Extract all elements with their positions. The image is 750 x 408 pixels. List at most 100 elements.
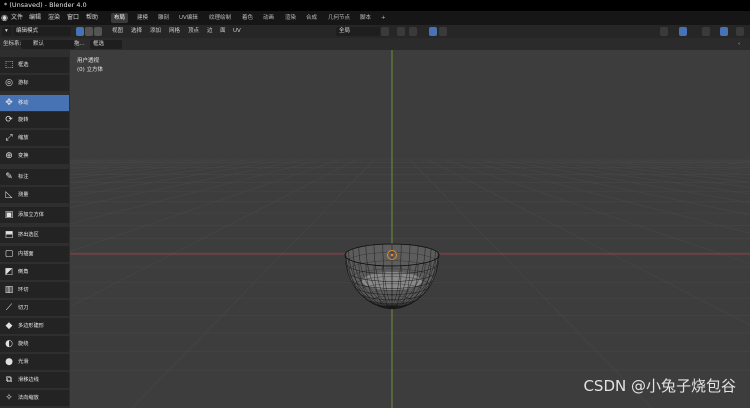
- tool-label: 切刀: [18, 305, 29, 311]
- inset-faces-icon: ▢: [4, 249, 14, 259]
- cursor-icon: ◎: [5, 78, 13, 88]
- tool-scale[interactable]: ⤢ 缩放: [0, 130, 69, 146]
- tool-smooth[interactable]: ● 光滑: [0, 354, 69, 370]
- gizmo-icon[interactable]: [679, 27, 687, 36]
- snap-icon[interactable]: [397, 27, 405, 36]
- menu-help[interactable]: 帮助: [86, 11, 98, 25]
- tab-animation[interactable]: 动画: [260, 13, 277, 23]
- tool-label: 变换: [18, 153, 29, 159]
- tool-label: 移动: [18, 100, 29, 106]
- tool-label: 光滑: [18, 359, 29, 365]
- annotate-icon: ✎: [5, 172, 13, 182]
- watermark: CSDN @小兔子烧包谷: [583, 377, 736, 395]
- vertex-select-icon[interactable]: [76, 27, 84, 36]
- tool-label: 旋绕: [18, 341, 29, 347]
- menu-view[interactable]: 视图: [112, 25, 123, 38]
- tool-add-cube[interactable]: ▣ 添加立方体: [0, 207, 69, 223]
- tool-poly-build[interactable]: ◆ 多边形建形: [0, 318, 69, 334]
- 3d-viewport[interactable]: 用户透视 (0) 立方体: [70, 50, 750, 408]
- add-workspace-button[interactable]: +: [378, 13, 389, 23]
- menu-face[interactable]: 面: [220, 25, 226, 38]
- tool-settings-collapse-icon[interactable]: ‹: [738, 38, 740, 50]
- menu-mesh[interactable]: 网格: [169, 25, 180, 38]
- spin-icon: ◐: [5, 339, 13, 349]
- tool-cursor[interactable]: ◎ 游标: [0, 75, 69, 91]
- knife-icon: ⟋: [5, 303, 13, 313]
- face-select-icon[interactable]: [94, 27, 102, 36]
- tab-compositing[interactable]: 合成: [303, 13, 320, 23]
- viewport-canvas[interactable]: [70, 50, 750, 408]
- edge-slide-icon: ⧉: [5, 375, 13, 385]
- select-box-icon: ⬚: [4, 60, 14, 70]
- tool-rotate[interactable]: ⟳ 旋转: [0, 112, 69, 128]
- tab-texture-paint[interactable]: 纹理绘制: [206, 13, 234, 23]
- visibility-icon[interactable]: [660, 27, 668, 36]
- top-menu-bar: ◉ 文件 编辑 渲染 窗口 帮助 布局 建模 雕刻 UV编辑 纹理绘制 着色 动…: [0, 11, 750, 25]
- edge-select-icon[interactable]: [85, 27, 93, 36]
- menu-file[interactable]: 文件: [11, 11, 23, 25]
- overlay-icon[interactable]: [702, 27, 710, 36]
- tool-edge-slide[interactable]: ⧉ 滑移边线: [0, 372, 69, 388]
- tool-knife[interactable]: ⟋ 切刀: [0, 300, 69, 316]
- tool-label: 添加立方体: [18, 212, 44, 218]
- title-bar: * (Unsaved) - Blender 4.0: [0, 0, 750, 11]
- menu-select[interactable]: 选择: [131, 25, 142, 38]
- falloff-icon[interactable]: [439, 27, 447, 36]
- tab-sculpting[interactable]: 雕刻: [155, 13, 172, 23]
- viewport-header: ▾ 编辑模式 视图 选择 添加 网格 顶点 边 面 UV 全局: [0, 25, 750, 38]
- mode-label: 编辑模式: [16, 28, 39, 34]
- xray-icon[interactable]: [720, 27, 728, 36]
- tool-select-box[interactable]: ⬚ 框选: [0, 57, 69, 73]
- tool-extrude[interactable]: ⬒ 挤出选区: [0, 227, 69, 243]
- editor-type-icon[interactable]: ▾: [2, 27, 12, 36]
- tool-transform[interactable]: ⊕ 变换: [0, 148, 69, 164]
- shading-solid-icon[interactable]: [736, 27, 744, 36]
- tool-spin[interactable]: ◐ 旋绕: [0, 336, 69, 352]
- tool-inset-faces[interactable]: ▢ 内插面: [0, 246, 69, 262]
- tab-modeling[interactable]: 建模: [134, 13, 151, 23]
- blender-logo-icon[interactable]: ◉: [1, 13, 10, 22]
- scale-icon: ⤢: [5, 133, 13, 143]
- tool-measure[interactable]: ◺ 测量: [0, 187, 69, 203]
- tool-move[interactable]: ✥ 移动: [0, 95, 69, 111]
- tool-label: 环切: [18, 287, 29, 293]
- tool-label: 缩放: [18, 135, 29, 141]
- hemisphere-mesh[interactable]: [344, 243, 440, 310]
- tool-label: 测量: [18, 192, 29, 198]
- tool-bevel[interactable]: ◩ 倒角: [0, 264, 69, 280]
- coord-system-dropdown[interactable]: 默认: [21, 40, 75, 49]
- transform-orientation-dropdown[interactable]: 全局: [336, 27, 380, 36]
- menu-vertex[interactable]: 顶点: [188, 25, 199, 38]
- menu-uv[interactable]: UV: [233, 25, 241, 38]
- tab-uv-editing[interactable]: UV编辑: [176, 13, 201, 23]
- mode-dropdown[interactable]: 编辑模式: [13, 27, 71, 36]
- tab-scripting[interactable]: 脚本: [357, 13, 374, 23]
- tab-rendering[interactable]: 渲染: [282, 13, 299, 23]
- tool-annotate[interactable]: ✎ 标注: [0, 169, 69, 185]
- tab-layout[interactable]: 布局: [111, 13, 129, 23]
- menu-window[interactable]: 窗口: [67, 11, 79, 25]
- tool-label: 内插面: [18, 251, 34, 257]
- transform-orientation-label: 全局: [339, 28, 351, 34]
- proportional-edit-icon[interactable]: [429, 27, 437, 36]
- tool-loop-cut[interactable]: ▥ 环切: [0, 282, 69, 298]
- rotate-icon: ⟳: [5, 115, 13, 125]
- tool-shrink-fatten[interactable]: ✧ 法向缩放: [0, 390, 69, 406]
- tab-shading[interactable]: 着色: [239, 13, 256, 23]
- tool-shelf: ⬚ 框选 ◎ 游标 ✥ 移动 ⟳ 旋转 ⤢ 缩放 ⊕ 变换 ✎ 标注 ◺ 测量 ▣ 添加立方体 ⬒ 挤出选区 ▢ 内插面 ◩…: [0, 50, 70, 408]
- tool-label: 倒角: [18, 269, 29, 275]
- smooth-icon: ●: [5, 357, 13, 367]
- add-cube-icon: ▣: [4, 210, 14, 220]
- bevel-icon: ◩: [4, 267, 14, 277]
- pivot-point-icon[interactable]: [381, 27, 389, 36]
- tool-label: 旋转: [18, 117, 29, 123]
- menu-add[interactable]: 添加: [150, 25, 161, 38]
- tab-geometry-nodes[interactable]: 几何节点: [325, 13, 353, 23]
- extrude-icon: ⬒: [4, 230, 14, 240]
- snap-target-icon[interactable]: [409, 27, 417, 36]
- menu-render[interactable]: 渲染: [48, 11, 60, 25]
- origin-dot: [390, 253, 394, 257]
- menu-edit[interactable]: 编辑: [29, 11, 41, 25]
- drag-select-dropdown[interactable]: 框选: [90, 40, 122, 49]
- menu-edge[interactable]: 边: [207, 25, 213, 38]
